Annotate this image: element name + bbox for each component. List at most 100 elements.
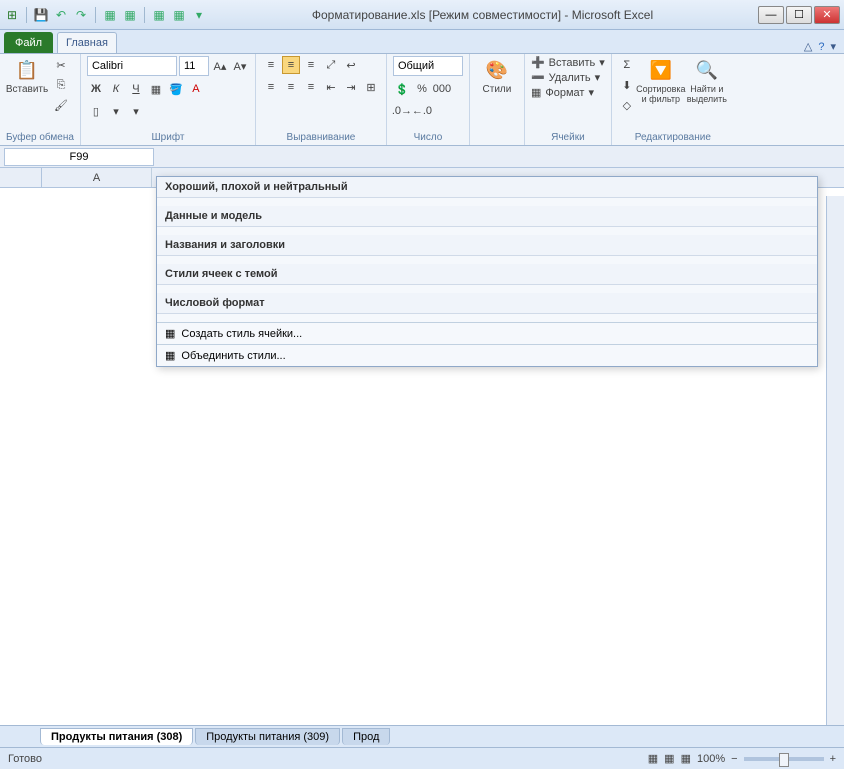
gallery-sec1-title: Хороший, плохой и нейтральный (157, 177, 817, 198)
clear-icon[interactable]: ◇ (618, 96, 636, 114)
inc-decimal-icon[interactable]: .0→ (393, 102, 411, 120)
orientation-icon[interactable]: ⤢ (322, 56, 340, 74)
align-group-label: Выравнивание (262, 130, 380, 143)
tab-file[interactable]: Файл (4, 32, 53, 53)
qat-btn-2[interactable]: ▦ (122, 7, 138, 23)
format-cells-icon: ▦ (531, 86, 541, 99)
italic-icon[interactable]: К (107, 80, 125, 98)
styles-label: Стили (483, 84, 512, 95)
align-top-icon[interactable]: ≡ (262, 56, 280, 74)
status-bar: Готово ▦ ▦ ▦ 100% − + (0, 747, 844, 769)
format-cells-button[interactable]: ▦Формат ▾ (531, 86, 594, 99)
number-group-label: Число (393, 130, 463, 143)
format-painter-icon[interactable]: 🖌 (52, 96, 70, 114)
align-right-icon[interactable]: ≡ (302, 78, 320, 96)
cells-group-label: Ячейки (531, 130, 605, 143)
help-icon[interactable]: ? (818, 41, 824, 53)
sort-label: Сортировка и фильтр (636, 84, 685, 104)
qat-btn-1[interactable]: ▦ (102, 7, 118, 23)
name-box[interactable]: F99 (4, 148, 154, 166)
align-bot-icon[interactable]: ≡ (302, 56, 320, 74)
dec-decimal-icon[interactable]: ←.0 (413, 102, 431, 120)
group-alignment: ≡ ≡ ≡ ⤢ ↩ ≡ ≡ ≡ ⇤ ⇥ ⊞ Выравнивание (256, 54, 387, 145)
qat-btn-3[interactable]: ▦ (151, 7, 167, 23)
percent-icon[interactable]: % (413, 80, 431, 98)
sheet-tab-1[interactable]: Продукты питания (309) (195, 728, 340, 745)
align-left-icon[interactable]: ≡ (262, 78, 280, 96)
number-format-box[interactable]: Общий (393, 56, 463, 76)
bold-icon[interactable]: Ж (87, 80, 105, 98)
gallery-sec4-title: Стили ячеек с темой (157, 264, 817, 285)
gallery-sec2-title: Данные и модель (157, 206, 817, 227)
maximize-button[interactable]: ☐ (786, 6, 812, 24)
new-cell-style-button[interactable]: ▦Создать стиль ячейки... (157, 322, 817, 344)
group-editing: Σ ⬇ ◇ 🔽 Сортировка и фильтр 🔍 Найти и вы… (612, 54, 734, 145)
styles-button[interactable]: 🎨 Стили (476, 56, 518, 97)
fill-color-icon[interactable]: 🪣 (167, 80, 185, 98)
inc-indent-icon[interactable]: ⇥ (342, 78, 360, 96)
gallery-sec5-title: Числовой формат (157, 293, 817, 314)
vertical-scrollbar[interactable] (826, 196, 844, 725)
wrap-text-icon[interactable]: ↩ (342, 56, 360, 74)
align-center-icon[interactable]: ≡ (282, 78, 300, 96)
sheet-tab-2[interactable]: Прод (342, 728, 390, 745)
merge-styles-button[interactable]: ▦Объединить стили... (157, 344, 817, 366)
fill-dd-icon[interactable]: ▾ (107, 102, 125, 120)
underline-icon[interactable]: Ч (127, 80, 145, 98)
paste-label: Вставить (6, 84, 48, 95)
title-bar: ⊞ 💾 ↶ ↷ ▦ ▦ ▦ ▦ ▾ Форматирование.xls [Ре… (0, 0, 844, 30)
currency-icon[interactable]: 💲 (393, 80, 411, 98)
col-header-a[interactable]: A (42, 168, 152, 187)
border-left-icon[interactable]: ▯ (87, 102, 105, 120)
minimize-button[interactable]: — (758, 6, 784, 24)
close-button[interactable]: ✕ (814, 6, 840, 24)
tab-главная[interactable]: Главная (57, 32, 117, 53)
view-normal-icon[interactable]: ▦ (648, 752, 658, 765)
group-font: Calibri 11 A▴ A▾ Ж К Ч ▦ 🪣 A ▯ ▾ ▾ Шрифт (81, 54, 256, 145)
excel-icon: ⊞ (4, 7, 20, 23)
qat-dropdown-icon[interactable]: ▾ (191, 7, 207, 23)
font-name-box[interactable]: Calibri (87, 56, 177, 76)
shrink-font-icon[interactable]: A▾ (231, 57, 249, 75)
dec-indent-icon[interactable]: ⇤ (322, 78, 340, 96)
fill-icon[interactable]: ⬇ (618, 76, 636, 94)
window-controls-icon[interactable]: ▾ (830, 40, 836, 53)
font-size-box[interactable]: 11 (179, 56, 209, 76)
insert-cells-button[interactable]: ➕Вставить ▾ (531, 56, 605, 69)
qat-btn-4[interactable]: ▦ (171, 7, 187, 23)
view-break-icon[interactable]: ▦ (681, 752, 691, 765)
select-all-corner[interactable] (0, 168, 42, 188)
sort-filter-button[interactable]: 🔽 Сортировка и фильтр (640, 56, 682, 106)
group-styles: 🎨 Стили (470, 54, 525, 145)
border-icon[interactable]: ▦ (147, 80, 165, 98)
zoom-level[interactable]: 100% (697, 753, 725, 765)
comma-icon[interactable]: 000 (433, 80, 451, 98)
redo-icon[interactable]: ↷ (73, 7, 89, 23)
fontcolor-dd-icon[interactable]: ▾ (127, 102, 145, 120)
find-icon: 🔍 (695, 58, 719, 82)
cut-icon[interactable]: ✂ (52, 56, 70, 74)
align-mid-icon[interactable]: ≡ (282, 56, 300, 74)
zoom-out-icon[interactable]: − (731, 753, 737, 765)
copy-icon[interactable]: ⎘ (52, 76, 70, 94)
view-layout-icon[interactable]: ▦ (664, 752, 674, 765)
ribbon: 📋 Вставить ✂ ⎘ 🖌 Буфер обмена Calibri 11… (0, 54, 844, 146)
find-select-button[interactable]: 🔍 Найти и выделить (686, 56, 728, 106)
zoom-in-icon[interactable]: + (830, 753, 836, 765)
save-icon[interactable]: 💾 (33, 7, 49, 23)
zoom-slider[interactable] (744, 757, 824, 761)
merge-icon[interactable]: ⊞ (362, 78, 380, 96)
minimize-ribbon-icon[interactable]: △ (804, 40, 812, 53)
new-style-icon: ▦ (165, 327, 175, 340)
quick-access-toolbar: ⊞ 💾 ↶ ↷ ▦ ▦ ▦ ▦ ▾ (4, 7, 207, 23)
font-color-icon[interactable]: A (187, 80, 205, 98)
grow-font-icon[interactable]: A▴ (211, 57, 229, 75)
sheet-tab-active[interactable]: Продукты питания (308) (40, 728, 193, 745)
cell-styles-gallery: Хороший, плохой и нейтральный Данные и м… (156, 176, 818, 367)
paste-button[interactable]: 📋 Вставить (6, 56, 48, 97)
autosum-icon[interactable]: Σ (618, 56, 636, 74)
delete-cells-button[interactable]: ➖Удалить ▾ (531, 71, 600, 84)
group-cells: ➕Вставить ▾ ➖Удалить ▾ ▦Формат ▾ Ячейки (525, 54, 612, 145)
group-clipboard: 📋 Вставить ✂ ⎘ 🖌 Буфер обмена (0, 54, 81, 145)
undo-icon[interactable]: ↶ (53, 7, 69, 23)
